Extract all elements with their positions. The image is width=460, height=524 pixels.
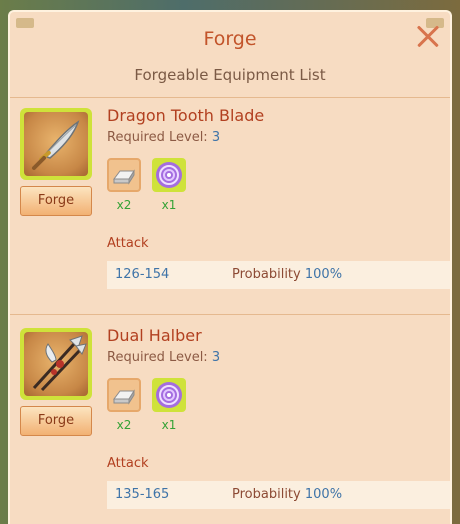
corner-ornament-left xyxy=(16,18,34,28)
item-icon-frame[interactable] xyxy=(20,328,92,400)
item-name: Dragon Tooth Blade xyxy=(107,106,265,125)
silver-ingot-icon[interactable] xyxy=(107,158,141,192)
divider xyxy=(10,314,450,315)
probability-label: Probability xyxy=(232,267,301,282)
stat-row: 126-154 Probability 100% xyxy=(107,261,450,289)
stat-row: 135-165 Probability 100% xyxy=(107,481,450,509)
required-level-value: 3 xyxy=(211,130,221,145)
divider xyxy=(10,97,450,98)
silver-ingot-icon[interactable] xyxy=(107,378,141,412)
crossed-halberds-icon xyxy=(24,332,88,396)
material-count: x2 xyxy=(116,418,132,432)
equipment-item: Forge Dual Halber Required Level: 3 x2 x… xyxy=(10,322,450,524)
stat-label: Attack xyxy=(107,456,149,471)
item-icon-frame[interactable] xyxy=(20,108,92,180)
equipment-item: Forge Dragon Tooth Blade Required Level:… xyxy=(10,102,450,317)
material-count: x1 xyxy=(161,198,177,212)
item-name: Dual Halber xyxy=(107,326,202,345)
attack-range: 126-154 xyxy=(115,267,170,282)
attack-range: 135-165 xyxy=(115,487,170,502)
required-level-label: Required Level: xyxy=(107,130,208,145)
probability: Probability 100% xyxy=(232,261,342,289)
forge-dialog: Forge Forgeable Equipment List Forge Dra… xyxy=(8,10,452,524)
dialog-subtitle: Forgeable Equipment List xyxy=(134,66,326,84)
dialog-title: Forge xyxy=(203,28,257,50)
stat-label: Attack xyxy=(107,236,149,251)
material-count: x2 xyxy=(116,198,132,212)
forge-button[interactable]: Forge xyxy=(20,406,92,436)
required-level: Required Level: 3 xyxy=(107,350,220,365)
probability-value: 100% xyxy=(304,487,343,502)
required-level: Required Level: 3 xyxy=(107,130,220,145)
required-level-value: 3 xyxy=(211,350,221,365)
probability: Probability 100% xyxy=(232,481,342,509)
material-count: x1 xyxy=(161,418,177,432)
purple-swirl-orb-icon[interactable] xyxy=(152,378,186,412)
probability-label: Probability xyxy=(232,487,301,502)
curved-blade-icon xyxy=(24,112,88,176)
forge-button[interactable]: Forge xyxy=(20,186,92,216)
close-icon[interactable] xyxy=(416,24,440,48)
required-level-label: Required Level: xyxy=(107,350,208,365)
probability-value: 100% xyxy=(304,267,343,282)
purple-swirl-orb-icon[interactable] xyxy=(152,158,186,192)
